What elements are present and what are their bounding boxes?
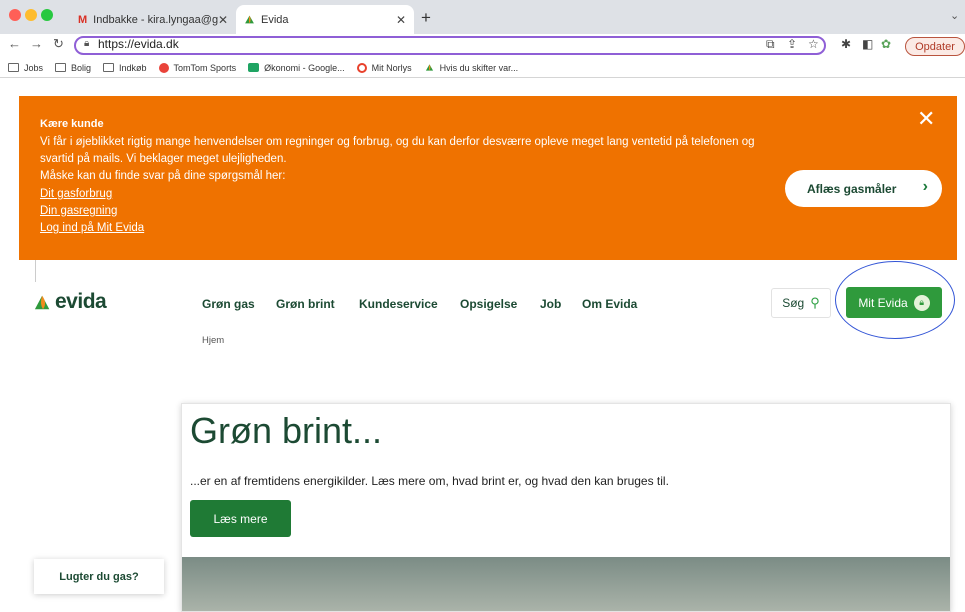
nav-om-evida[interactable]: Om Evida — [582, 297, 637, 311]
maximize-window-dot[interactable] — [41, 9, 53, 21]
url-text[interactable]: https://evida.dk — [98, 37, 179, 51]
tab-gmail[interactable]: M Indbakke - kira.lyngaa@gmail.c ✕ — [70, 5, 236, 34]
bookmark-label: Økonomi - Google... — [264, 62, 345, 73]
sidebar-icon[interactable]: ◧ — [862, 37, 873, 51]
link-gasregning[interactable]: Din gasregning — [40, 205, 117, 217]
hero-title: Grøn brint... — [190, 410, 383, 451]
banner-hint: Måske kan du finde svar på dine spørgsmå… — [40, 170, 286, 182]
evida-flame-icon — [425, 64, 433, 71]
tab-title: Indbakke - kira.lyngaa@gmail.c — [93, 13, 218, 26]
gas-smell-button[interactable]: Lugter du gas? — [34, 559, 164, 594]
link-log-ind[interactable]: Log ind på Mit Evida — [40, 222, 144, 234]
hero-subtitle: ...er en af fremtidens energikilder. Læs… — [190, 474, 669, 488]
sheets-icon — [248, 63, 260, 72]
bookmark-label: Jobs — [24, 62, 44, 73]
hand-drawn-circle-annotation — [835, 261, 955, 339]
new-tab-button[interactable]: + — [421, 8, 431, 28]
evida-flame-icon — [34, 295, 50, 310]
tab-evida[interactable]: Evida ✕ — [236, 5, 414, 34]
bookmark-indkob[interactable]: Indkøb — [103, 63, 147, 73]
logo-wordmark: evida — [55, 290, 107, 313]
reload-icon[interactable]: ↻ — [53, 36, 64, 52]
close-window-dot[interactable] — [9, 9, 21, 21]
nav-gron-gas[interactable]: Grøn gas — [202, 297, 255, 311]
link-gasforbrug[interactable]: Dit gasforbrug — [40, 188, 112, 200]
bookmark-norlys[interactable]: Mit Norlys — [356, 62, 412, 73]
bookmark-okonomi[interactable]: Økonomi - Google... — [248, 63, 345, 73]
folder-icon — [103, 63, 115, 72]
bookmarks-bar: Jobs Bolig Indkøb TomTom Sports Økonomi … — [0, 58, 965, 78]
banner-message: Vi får i øjeblikket rigtig mange henvend… — [40, 134, 760, 185]
bookmark-jobs[interactable]: Jobs — [8, 63, 43, 73]
forward-arrow-icon[interactable]: → — [30, 36, 43, 51]
bookmark-skifter[interactable]: Hvis du skifter var... — [424, 62, 519, 73]
lock-icon[interactable]: 🔒︎ — [84, 38, 89, 49]
nav-kundeservice[interactable]: Kundeservice — [359, 297, 438, 311]
folder-icon — [8, 63, 19, 72]
tab-title: Evida — [261, 13, 289, 26]
share-icon[interactable]: ⇪ — [787, 37, 797, 51]
bookmark-label: Hvis du skifter var... — [439, 62, 519, 73]
banner-message-text: Vi får i øjeblikket rigtig mange henvend… — [40, 136, 755, 165]
bookmark-star-icon[interactable]: ☆ — [808, 37, 819, 51]
bookmark-tomtom[interactable]: TomTom Sports — [158, 62, 237, 73]
read-gas-meter-button[interactable]: Aflæs gasmåler › — [785, 170, 942, 207]
minimize-window-dot[interactable] — [25, 9, 37, 21]
bookmark-bolig[interactable]: Bolig — [55, 63, 91, 73]
search-button[interactable]: Søg ⚲ — [771, 288, 831, 318]
profile-avatar-icon[interactable]: ✿ — [881, 37, 891, 51]
bookmark-label: Indkøb — [119, 62, 147, 73]
norlys-icon — [356, 62, 367, 73]
bookmark-label: TomTom Sports — [173, 62, 237, 73]
chevron-right-icon: › — [922, 178, 928, 195]
nav-gron-brint[interactable]: Grøn brint — [276, 297, 335, 311]
translate-icon[interactable]: ⧉ — [766, 37, 775, 52]
tab-search-chevron-icon[interactable]: ⌄ — [950, 9, 959, 22]
address-bar[interactable] — [74, 36, 826, 55]
search-label: Søg — [782, 296, 805, 310]
close-banner-icon[interactable]: ✕ — [917, 106, 935, 132]
bookmark-label: Bolig — [71, 62, 92, 73]
hero-image — [182, 557, 950, 611]
read-gas-meter-label: Aflæs gasmåler — [807, 181, 897, 196]
nav-opsigelse[interactable]: Opsigelse — [460, 297, 517, 311]
read-more-button[interactable]: Læs mere — [190, 500, 291, 537]
close-tab-icon[interactable]: ✕ — [218, 13, 228, 27]
gmail-icon: M — [78, 13, 88, 26]
back-arrow-icon[interactable]: ← — [8, 36, 21, 51]
update-button[interactable]: Opdater — [905, 37, 965, 56]
tomtom-icon — [158, 62, 169, 73]
hero-card: Grøn brint... ...er en af fremtidens ene… — [181, 403, 951, 612]
breadcrumb[interactable]: Hjem — [202, 335, 224, 346]
banner-title: Kære kunde — [40, 118, 104, 130]
search-icon: ⚲ — [810, 295, 820, 310]
nav-job[interactable]: Job — [540, 297, 561, 311]
bookmark-label: Mit Norlys — [371, 62, 412, 73]
notice-banner: Kære kunde Vi får i øjeblikket rigtig ma… — [19, 96, 957, 260]
close-tab-icon[interactable]: ✕ — [396, 13, 406, 27]
folder-icon — [55, 63, 67, 72]
divider — [35, 260, 36, 282]
evida-logo[interactable]: evida — [34, 290, 107, 314]
evida-flame-icon — [245, 15, 254, 24]
extensions-puzzle-icon[interactable]: ✱ — [841, 37, 851, 51]
